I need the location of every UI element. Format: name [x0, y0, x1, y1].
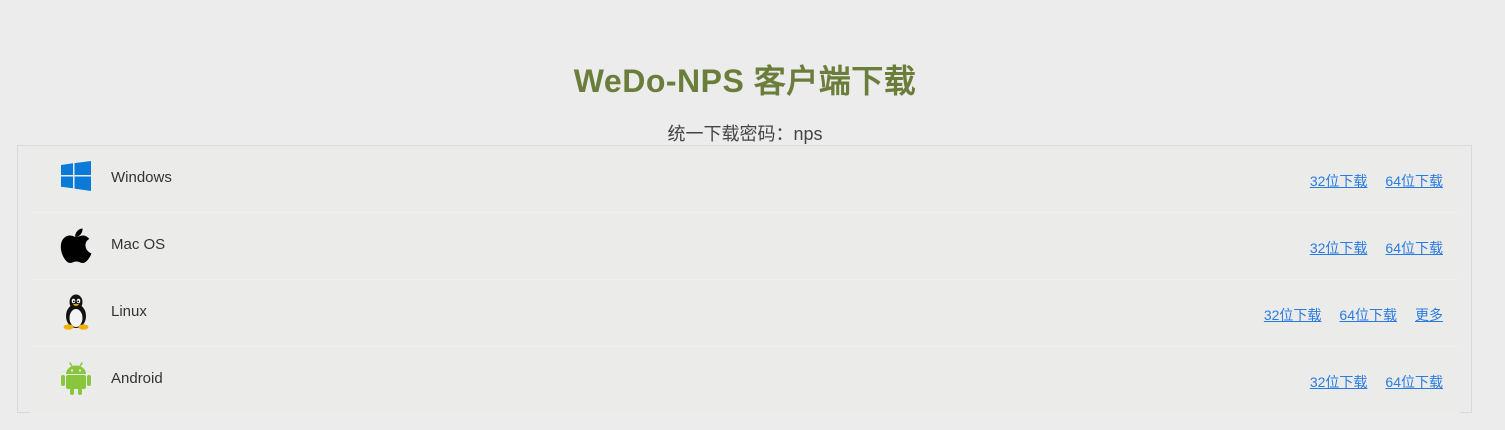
download-links: 32位下载 64位下载: [1310, 238, 1443, 258]
download-password-note: 统一下载密码：nps: [667, 124, 823, 144]
download-64bit-link[interactable]: 64位下载: [1385, 372, 1443, 392]
platform-name: Windows: [111, 169, 172, 186]
download-page: WeDo-NPS 客户端下载 统一下载密码：nps Windows 32位下载 …: [0, 0, 1505, 430]
download-links: 32位下载 64位下载: [1310, 372, 1443, 392]
download-64bit-link[interactable]: 64位下载: [1385, 238, 1443, 258]
download-links: 32位下载 64位下载: [1310, 171, 1443, 191]
platform-row-windows: Windows 32位下载 64位下载: [30, 146, 1460, 213]
more-downloads-link[interactable]: 更多: [1415, 305, 1443, 325]
linux-tux-icon: [60, 294, 92, 330]
download-32bit-link[interactable]: 32位下载: [1310, 171, 1368, 191]
download-64bit-link[interactable]: 64位下载: [1385, 171, 1443, 191]
platform-row-macos: Mac OS 32位下载 64位下载: [30, 213, 1460, 280]
platform-name: Android: [111, 370, 163, 387]
download-32bit-link[interactable]: 32位下载: [1310, 238, 1368, 258]
apple-icon: [60, 227, 92, 263]
download-32bit-link[interactable]: 32位下载: [1310, 372, 1368, 392]
download-links: 32位下载 64位下载 更多: [1264, 305, 1443, 325]
platform-row-android: Android 32位下载 64位下载: [30, 347, 1460, 413]
platform-name: Linux: [111, 303, 147, 320]
platform-row-linux: Linux 32位下载 64位下载 更多: [30, 280, 1460, 347]
download-64bit-link[interactable]: 64位下载: [1339, 305, 1397, 325]
platform-list: Windows 32位下载 64位下载 Mac OS 32位下载 64位下载 L…: [17, 145, 1472, 413]
windows-icon: [60, 160, 92, 196]
download-32bit-link[interactable]: 32位下载: [1264, 305, 1322, 325]
platform-name: Mac OS: [111, 236, 166, 253]
page-title: WeDo-NPS 客户端下载: [573, 63, 917, 99]
android-icon: [60, 361, 92, 397]
